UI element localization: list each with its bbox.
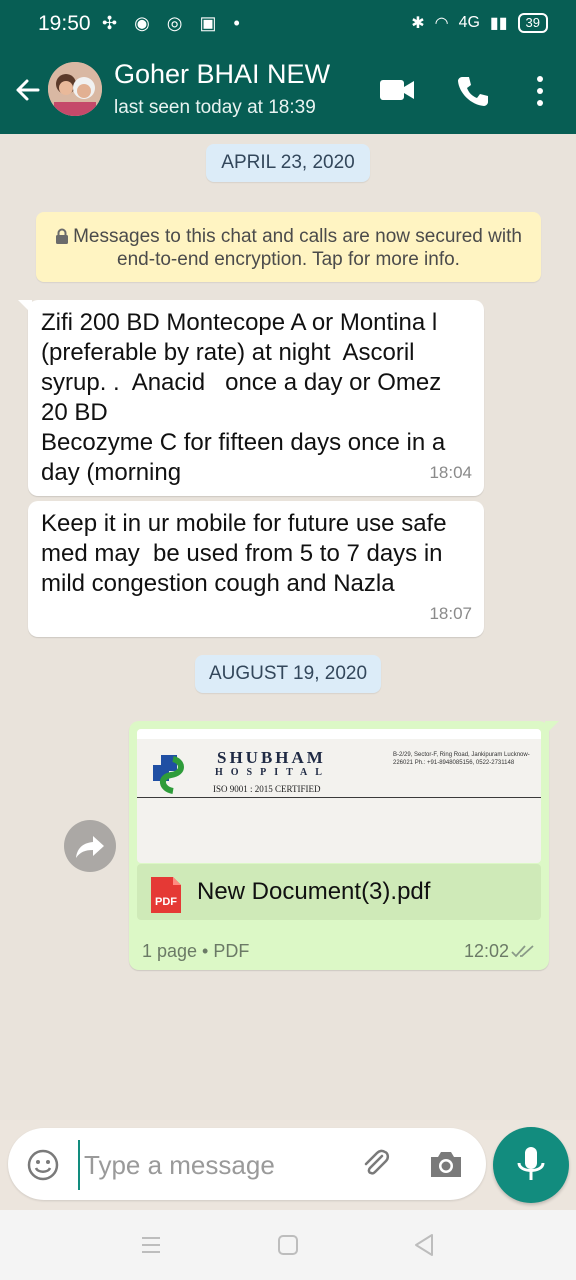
lock-icon [56, 228, 69, 244]
message-input[interactable] [78, 1140, 356, 1190]
preview-divider [137, 797, 541, 798]
headphones-icon: ◠ [434, 15, 449, 32]
contact-name[interactable]: Goher BHAI NEW [114, 59, 330, 90]
hospital-address: B-2/29, Sector-F, Ring Road, Jankipuram … [393, 752, 530, 766]
bluetooth-icon: ✱ [411, 15, 425, 32]
battery-indicator: 39 [517, 13, 548, 33]
document-meta: 1 page • PDF [142, 941, 250, 961]
date-divider: AUGUST 19, 2020 [195, 655, 381, 693]
pdf-file-icon: PDF [151, 877, 181, 913]
read-receipt-icon [511, 945, 534, 958]
chat-area[interactable]: APRIL 23, 2020 Messages to this chat and… [0, 134, 576, 1120]
status-time: 19:50 [38, 12, 91, 35]
pdf-icon-label: PDF [155, 896, 177, 908]
forward-icon [76, 836, 104, 858]
hospital-certification: ISO 9001 : 2015 CERTIFIED [213, 784, 321, 794]
date-divider: APRIL 23, 2020 [206, 144, 370, 182]
bubble-tail [18, 300, 32, 314]
bubble-tail [545, 721, 559, 735]
notification-icons: ✣ ◉ ◎ ▣ • [102, 13, 246, 33]
microphone-icon [517, 1147, 545, 1180]
outgoing-document-message[interactable]: SHUBHAM HOSPITAL ISO 9001 : 2015 CERTIFI… [129, 721, 559, 970]
encryption-notice[interactable]: Messages to this chat and calls are now … [36, 212, 541, 282]
document-file-name: New Document(3).pdf [197, 878, 431, 905]
hospital-subtitle: HOSPITAL [215, 767, 330, 778]
encryption-notice-text: Messages to this chat and calls are now … [73, 226, 522, 270]
incoming-message[interactable]: Zifi 200 BD Montecope A or Montina l (pr… [18, 300, 484, 496]
document-preview[interactable]: SHUBHAM HOSPITAL ISO 9001 : 2015 CERTIFI… [137, 729, 541, 863]
home-icon[interactable] [277, 1234, 299, 1256]
attachment-icon[interactable] [358, 1146, 394, 1182]
message-time: 12:02 [463, 941, 509, 961]
network-type-label: 4G [458, 14, 480, 31]
emoji-icon[interactable] [26, 1148, 60, 1182]
message-time: 18:07 [429, 604, 472, 623]
system-icons: ✱ ◠ 4G ▮▮ 39 [411, 13, 548, 33]
message-text: Keep it in ur mobile for future use safe… [41, 510, 454, 597]
back-nav-icon[interactable] [413, 1233, 435, 1257]
chat-header: Goher BHAI NEW last seen today at 18:39 [0, 46, 576, 134]
forward-button[interactable] [64, 820, 116, 872]
document-file-row[interactable]: PDF New Document(3).pdf [137, 864, 541, 920]
recent-apps-icon[interactable] [140, 1234, 162, 1256]
camera-icon[interactable] [428, 1148, 464, 1180]
hospital-logo-icon [153, 755, 184, 794]
system-navigation-bar [0, 1210, 576, 1280]
message-text: Zifi 200 BD Montecope A or Montina l (pr… [41, 309, 446, 486]
last-seen-status: last seen today at 18:39 [114, 97, 316, 118]
more-options-icon[interactable] [532, 74, 548, 108]
message-composer [8, 1128, 486, 1200]
hospital-name: SHUBHAM [217, 748, 326, 767]
message-time: 18:04 [429, 463, 472, 482]
signal-icon: ▮▮ [489, 15, 508, 32]
video-call-icon[interactable] [378, 76, 416, 104]
contact-avatar[interactable] [48, 62, 102, 116]
status-bar: 19:50 ✣ ◉ ◎ ▣ • ✱ ◠ 4G ▮▮ 39 [0, 0, 576, 46]
back-arrow-icon[interactable] [12, 70, 42, 110]
voice-message-button[interactable] [493, 1127, 569, 1203]
incoming-message[interactable]: Keep it in ur mobile for future use safe… [28, 501, 484, 637]
voice-call-icon[interactable] [456, 74, 490, 108]
